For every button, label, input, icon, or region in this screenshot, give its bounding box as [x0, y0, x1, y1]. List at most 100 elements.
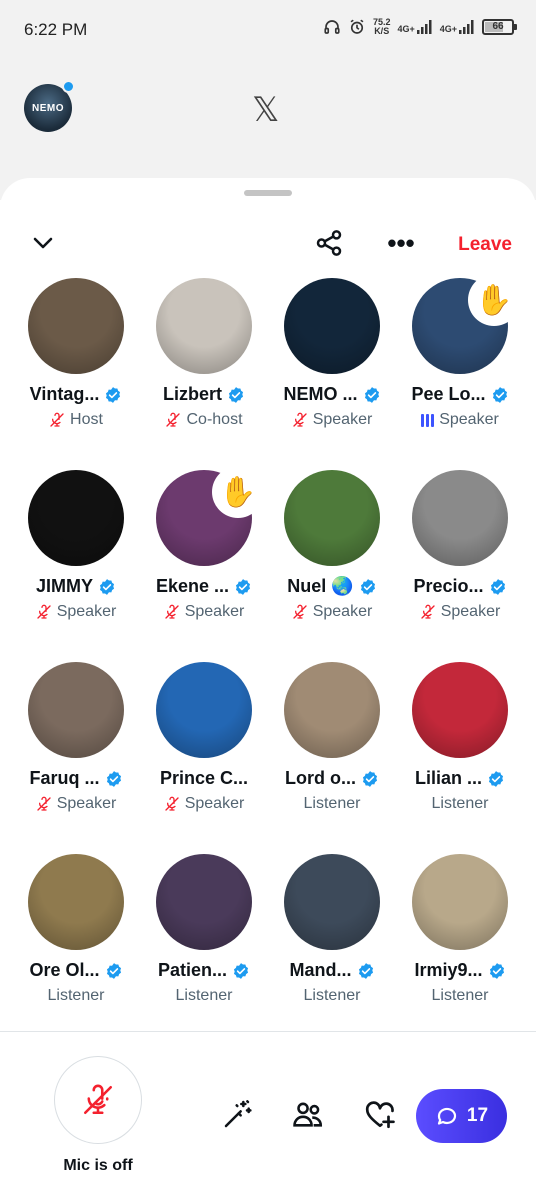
- participant-card[interactable]: Lizbert Co-host: [140, 278, 268, 434]
- participant-card[interactable]: ✋ Pee Lo... Speaker: [396, 274, 524, 434]
- participant-name-row: Nuel 🌏: [287, 576, 376, 597]
- people-button[interactable]: [290, 1096, 326, 1132]
- participant-name: Pee Lo...: [411, 384, 486, 404]
- participant-card[interactable]: Lord o... Listener: [268, 662, 396, 818]
- participant-avatar[interactable]: [28, 662, 124, 758]
- mic-off-icon: [37, 604, 51, 619]
- participant-name: Faruq ...: [29, 768, 100, 788]
- mic-off-icon: [421, 604, 435, 619]
- participant-name: Lizbert: [162, 384, 222, 404]
- participant-card[interactable]: Mand... Listener: [268, 854, 396, 1010]
- leave-button[interactable]: Leave: [458, 234, 512, 256]
- participant-avatar[interactable]: [156, 854, 252, 950]
- raised-hand-icon: ✋: [212, 466, 264, 518]
- mic-toggle-button[interactable]: [54, 1056, 142, 1144]
- avatar-image: [156, 854, 252, 950]
- participant-role-row: Speaker: [36, 795, 116, 813]
- participant-role: Speaker: [312, 411, 373, 428]
- participant-role-row: Listener: [304, 795, 361, 813]
- participant-card[interactable]: NEMO ... Speaker: [268, 278, 396, 434]
- participant-name-row: Mand...: [290, 960, 375, 981]
- verified-badge-icon: [99, 578, 115, 595]
- chat-bubble-icon: [437, 1107, 457, 1125]
- mic-status-label: Mic is off: [63, 1157, 133, 1174]
- participant-name-row: Lord o...: [285, 768, 379, 789]
- participant-name: Precio...: [413, 576, 484, 596]
- participant-card[interactable]: Faruq ... Speaker: [12, 662, 140, 818]
- participant-card[interactable]: Patien... Listener: [140, 854, 268, 1010]
- participant-card[interactable]: Vintag... Host: [12, 278, 140, 434]
- participant-card[interactable]: Irmiy9... Listener: [396, 854, 524, 1010]
- drag-handle[interactable]: [244, 190, 292, 196]
- verified-badge-icon: [233, 962, 249, 979]
- participant-role-row: Speaker: [164, 603, 244, 621]
- mic-off-icon: [293, 604, 307, 619]
- participant-avatar[interactable]: ✋: [412, 274, 520, 374]
- participant-name: JIMMY: [35, 576, 93, 596]
- mic-off-icon: [83, 1084, 113, 1115]
- avatar-image: [284, 662, 380, 758]
- verified-badge-icon: [492, 386, 507, 403]
- mic-off-icon: [166, 412, 181, 427]
- magic-wand-icon: [224, 1100, 252, 1128]
- headphones-icon: [324, 20, 340, 34]
- participants-grid: Vintag... Host Lizbert Co-host NEMO ... Speak…: [12, 274, 524, 1010]
- participant-name-row: Ore Ol...: [29, 960, 122, 981]
- battery-level: 66: [492, 21, 504, 32]
- participant-card[interactable]: Nuel 🌏 Speaker: [268, 470, 396, 626]
- mic-off-icon: [165, 604, 179, 619]
- participant-role: Speaker: [312, 603, 373, 620]
- participant-card[interactable]: Prince C... Speaker: [140, 662, 268, 818]
- participant-card[interactable]: Lilian ... Listener: [396, 662, 524, 818]
- participant-avatar[interactable]: [156, 662, 252, 758]
- participant-name: Vintag...: [29, 384, 100, 404]
- signal-1: 4G+: [397, 20, 432, 34]
- participant-role: Listener: [431, 795, 489, 812]
- avatar-image: [28, 854, 124, 950]
- participant-avatar[interactable]: [28, 278, 124, 374]
- avatar-image: [156, 662, 252, 758]
- participant-card[interactable]: Precio... Speaker: [396, 470, 524, 626]
- network-type-2: 4G+: [439, 24, 457, 34]
- participant-name: Lilian ...: [414, 768, 482, 788]
- verified-badge-icon: [106, 962, 121, 979]
- react-button[interactable]: [362, 1096, 398, 1132]
- participant-role: Listener: [175, 987, 233, 1004]
- more-options-button[interactable]: •••: [384, 226, 418, 260]
- verified-badge-icon: [489, 962, 504, 979]
- share-button[interactable]: [312, 226, 346, 260]
- bottom-divider: [0, 1031, 536, 1032]
- participant-avatar[interactable]: [412, 662, 508, 758]
- participant-avatar[interactable]: [156, 278, 252, 374]
- participant-name-row: JIMMY: [36, 576, 116, 597]
- avatar-image: [412, 662, 508, 758]
- collapse-button[interactable]: [28, 228, 58, 258]
- participant-avatar[interactable]: [412, 470, 508, 566]
- avatar-image: [412, 854, 508, 950]
- participant-role: Host: [70, 411, 103, 428]
- participant-avatar[interactable]: ✋: [156, 466, 264, 566]
- participant-avatar[interactable]: [284, 854, 380, 950]
- participant-avatar[interactable]: [412, 854, 508, 950]
- participant-avatar[interactable]: [284, 662, 380, 758]
- signal-bars-icon: [459, 20, 474, 34]
- participant-card[interactable]: Ore Ol... Listener: [12, 854, 140, 1010]
- participant-role: Listener: [303, 795, 361, 812]
- participant-card[interactable]: ✋ Ekene ... Speaker: [140, 466, 268, 626]
- participant-role: Speaker: [184, 795, 245, 812]
- participant-role-row: Speaker: [164, 795, 245, 813]
- participant-name-row: NEMO ...: [283, 384, 380, 405]
- mic-off-icon: [37, 796, 51, 811]
- participant-name-row: Lizbert: [163, 384, 245, 405]
- chat-count: 17: [466, 1105, 489, 1126]
- participant-avatar[interactable]: [284, 278, 380, 374]
- signal-2: 4G+: [440, 20, 475, 34]
- participant-card[interactable]: JIMMY Speaker: [12, 470, 140, 626]
- participant-name: NEMO ...: [283, 384, 358, 404]
- participant-avatar[interactable]: [28, 854, 124, 950]
- participant-avatar[interactable]: [28, 470, 124, 566]
- battery-icon: 66: [482, 19, 517, 35]
- chat-button[interactable]: 17: [416, 1089, 507, 1143]
- participant-avatar[interactable]: [284, 470, 380, 566]
- effects-button[interactable]: [220, 1096, 256, 1132]
